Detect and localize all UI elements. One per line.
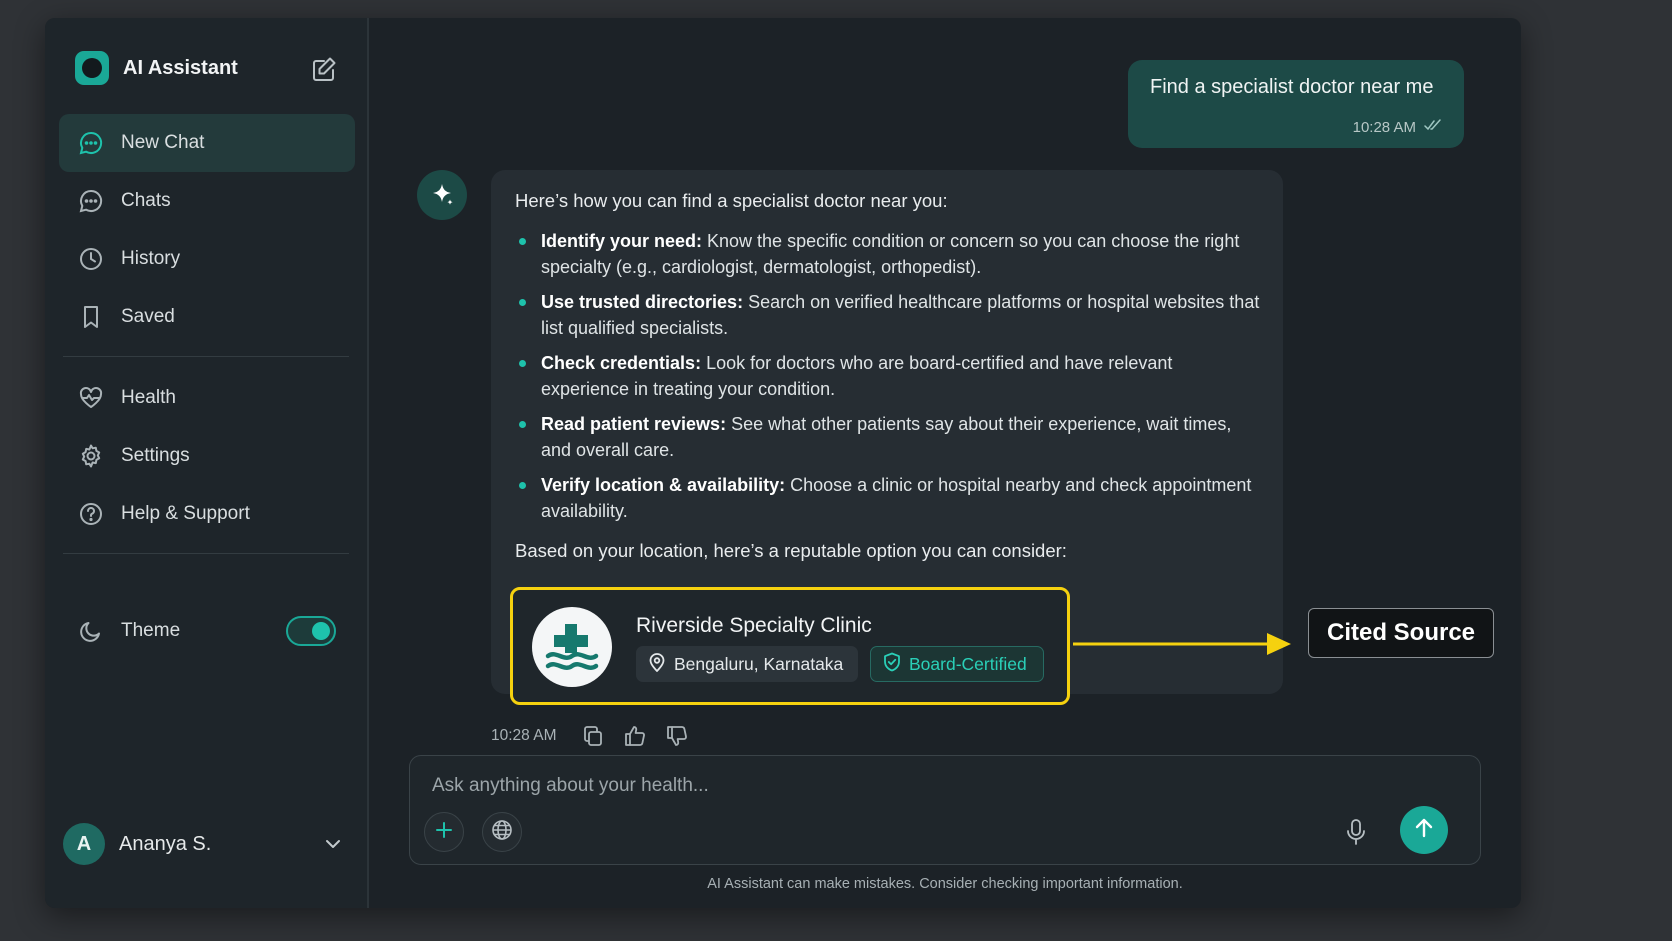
user-name: Ananya S.: [119, 832, 212, 855]
clinic-location-chip: Bengaluru, Karnataka: [636, 646, 858, 682]
sidebar-item-label: Chats: [121, 190, 171, 211]
sidebar-divider: [63, 553, 349, 554]
map-pin-icon: [648, 652, 666, 677]
arrow-up-icon: [1412, 816, 1436, 845]
message-composer: [409, 755, 1481, 865]
avatar: A: [63, 823, 105, 865]
clinic-logo-icon: [532, 607, 612, 687]
list-item: Verify location & availability: Choose a…: [515, 472, 1263, 524]
sidebar-item-saved[interactable]: Saved: [59, 288, 355, 346]
badge-label: Board-Certified: [909, 653, 1027, 674]
clinic-name: Riverside Specialty Clinic: [636, 614, 872, 637]
ai-message-outro: Based on your location, here’s a reputab…: [515, 540, 1067, 561]
clock-icon: [77, 245, 105, 273]
bullet-title: Read patient reviews:: [541, 414, 727, 434]
list-item: Use trusted directories: Search on verif…: [515, 289, 1263, 341]
clinic-source-card[interactable]: Riverside Specialty Clinic Bengaluru, Ka…: [510, 587, 1070, 705]
shield-check-icon: [883, 652, 901, 677]
ai-message-intro: Here’s how you can find a specialist doc…: [515, 190, 948, 211]
bullet-title: Identify your need:: [541, 231, 703, 251]
clinic-location: Bengaluru, Karnataka: [674, 653, 844, 674]
message-input[interactable]: [432, 770, 1392, 802]
theme-label: Theme: [121, 620, 181, 641]
app-window: AI Assistant New Chat Chats History Save…: [45, 18, 1521, 908]
brand-logo-icon: [75, 51, 109, 85]
sidebar-item-label: Health: [121, 387, 176, 408]
microphone-icon: [1340, 819, 1372, 852]
board-certified-badge: Board-Certified: [870, 646, 1044, 682]
list-item: Read patient reviews: See what other pat…: [515, 411, 1263, 463]
sidebar-item-label: New Chat: [121, 132, 205, 153]
compose-icon[interactable]: [309, 54, 339, 84]
double-check-icon: [1424, 118, 1442, 136]
sidebar-item-settings[interactable]: Settings: [59, 427, 355, 485]
annotation-arrow: [1073, 632, 1293, 656]
ai-message-bullets: Identify your need: Know the specific co…: [515, 228, 1263, 533]
gear-icon: [77, 442, 105, 470]
bookmark-icon: [77, 303, 105, 331]
microphone-button[interactable]: [1340, 816, 1372, 848]
bullet-title: Verify location & availability:: [541, 475, 786, 495]
bullet-title: Check credentials:: [541, 353, 702, 373]
ai-message-meta: 10:28 AM: [491, 724, 707, 748]
brand-title: AI Assistant: [123, 56, 238, 79]
cited-source-label: Cited Source: [1308, 608, 1494, 658]
send-button[interactable]: [1400, 806, 1448, 854]
sidebar-item-help-support[interactable]: Help & Support: [59, 485, 355, 543]
thumbs-up-icon[interactable]: [623, 724, 647, 748]
web-search-button[interactable]: [482, 812, 522, 852]
copy-icon[interactable]: [581, 724, 605, 748]
list-item: Identify your need: Know the specific co…: [515, 228, 1263, 280]
sidebar-item-label: Settings: [121, 445, 190, 466]
heart-pulse-icon: [77, 384, 105, 412]
sidebar-item-label: Help & Support: [121, 503, 250, 524]
sidebar-item-health[interactable]: Health: [59, 369, 355, 427]
disclaimer-text: AI Assistant can make mistakes. Consider…: [707, 876, 1183, 892]
sidebar-divider: [63, 356, 349, 357]
plus-icon: [434, 820, 454, 845]
theme-toggle[interactable]: [286, 616, 336, 646]
user-menu[interactable]: A Ananya S.: [63, 822, 353, 866]
sidebar: AI Assistant New Chat Chats History Save…: [45, 18, 369, 908]
chat-bubble-icon: [77, 129, 105, 157]
sparkle-icon: [417, 170, 467, 220]
bullet-title: Use trusted directories:: [541, 292, 744, 312]
sidebar-item-chats[interactable]: Chats: [59, 172, 355, 230]
theme-row: Theme: [59, 602, 279, 660]
attach-button[interactable]: [424, 812, 464, 852]
sidebar-item-label: Saved: [121, 306, 175, 327]
brand: AI Assistant: [75, 50, 238, 86]
sidebar-item-history[interactable]: History: [59, 230, 355, 288]
globe-icon: [491, 819, 513, 846]
list-item: Check credentials: Look for doctors who …: [515, 350, 1263, 402]
moon-icon: [77, 617, 105, 645]
chat-bubble-icon: [77, 187, 105, 215]
sidebar-item-new-chat[interactable]: New Chat: [59, 114, 355, 172]
ai-message-time: 10:28 AM: [491, 727, 557, 744]
help-circle-icon: [77, 500, 105, 528]
sidebar-item-label: History: [121, 248, 181, 269]
user-message-meta: 10:28 AM: [1353, 118, 1442, 136]
user-message-time: 10:28 AM: [1352, 118, 1416, 136]
user-message-text: Find a specialist doctor near me: [1150, 76, 1434, 98]
user-message-bubble: Find a specialist doctor near me 10:28 A…: [1128, 60, 1464, 148]
thumbs-down-icon[interactable]: [665, 724, 689, 748]
chevron-down-icon[interactable]: [321, 832, 345, 856]
ai-message-card: Here’s how you can find a specialist doc…: [491, 170, 1283, 705]
